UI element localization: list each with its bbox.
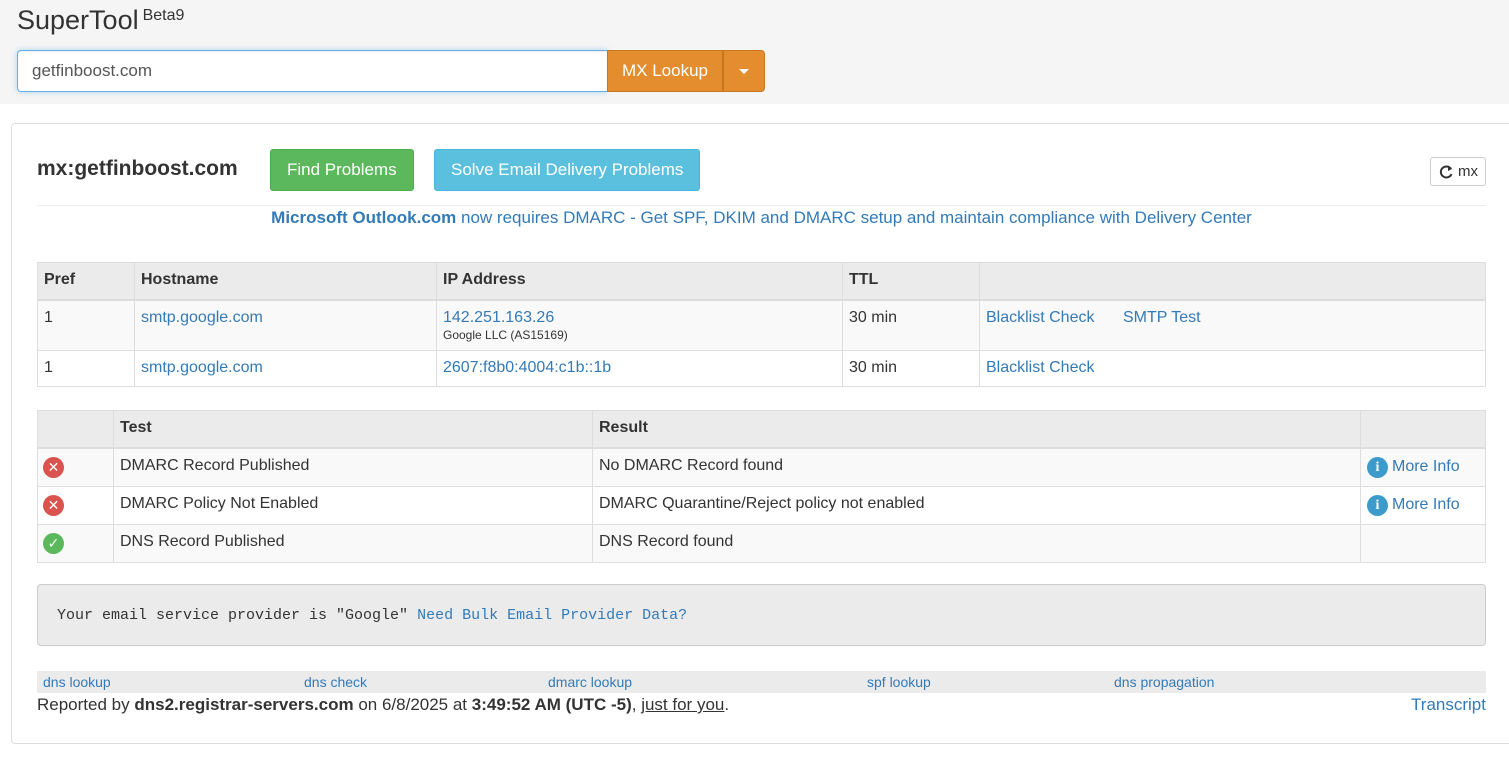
ttl-cell: 30 min [842, 299, 980, 351]
dmarc-notice: Microsoft Outlook.com now requires DMARC… [37, 208, 1486, 228]
just-for-you-link[interactable]: just for you [641, 695, 724, 714]
actions-cell: Blacklist Check SMTP Test [979, 299, 1486, 351]
notice-bold: Microsoft Outlook.com [271, 208, 457, 227]
dns-propagation-link[interactable]: dns propagation [1114, 674, 1214, 690]
spf-lookup-link[interactable]: spf lookup [867, 674, 931, 690]
reported-prefix: Reported by [37, 695, 130, 714]
search-row: MX Lookup [17, 50, 765, 92]
result-cell: DMARC Quarantine/Reject policy not enabl… [592, 485, 1361, 525]
result-cell: DNS Record found [592, 523, 1361, 563]
caret-down-icon [739, 68, 749, 74]
col-pref: Pref [37, 262, 135, 301]
result-title-row: mx:getfinboost.com Find Problems Solve E… [37, 149, 1486, 191]
ip-link[interactable]: 142.251.163.26 [443, 309, 554, 326]
reported-on: on 6/8/2025 at [358, 695, 468, 714]
reported-line: Reported by dns2.registrar-servers.com o… [37, 695, 1486, 715]
brand: SuperTool Beta9 [17, 5, 184, 36]
pref-cell: 1 [37, 349, 135, 387]
result-title: mx:getfinboost.com [37, 157, 238, 180]
ttl-cell: 30 min [842, 349, 980, 387]
status-cell: ✕ [37, 447, 114, 487]
col-test: Test [113, 410, 593, 449]
col-ttl: TTL [842, 262, 980, 301]
col-result: Result [592, 410, 1361, 449]
hostname-link[interactable]: smtp.google.com [141, 359, 263, 376]
table-row: 1 smtp.google.com 142.251.163.26 Google … [37, 299, 1486, 351]
ip-link[interactable]: 2607:f8b0:4004:c1b::1b [443, 359, 611, 376]
hostname-cell: smtp.google.com [134, 349, 437, 387]
provider-well: Your email service provider is "Google" … [37, 584, 1486, 646]
pref-cell: 1 [37, 299, 135, 351]
col-ip: IP Address [436, 262, 843, 301]
col-more [1360, 410, 1486, 449]
transcript-link[interactable]: Transcript [1411, 695, 1486, 715]
table-row: ✕ DMARC Record Published No DMARC Record… [37, 447, 1486, 487]
refresh-button[interactable]: mx [1430, 157, 1486, 186]
bulk-provider-data-link[interactable]: Need Bulk Email Provider Data? [417, 607, 687, 624]
blacklist-check-link[interactable]: Blacklist Check [986, 309, 1094, 326]
result-cell: No DMARC Record found [592, 447, 1361, 487]
ip-cell: 142.251.163.26 Google LLC (AS15169) [436, 299, 843, 351]
table-row: ✕ DMARC Policy Not Enabled DMARC Quarant… [37, 485, 1486, 525]
col-status [37, 410, 114, 449]
more-info-label: More Info [1392, 496, 1460, 514]
dns-lookup-link[interactable]: dns lookup [43, 674, 111, 690]
footer-links: dns lookup dns check dmarc lookup spf lo… [37, 671, 1486, 693]
reported-comma: , [631, 695, 637, 714]
test-cell: DNS Record Published [113, 523, 593, 563]
find-problems-button[interactable]: Find Problems [270, 149, 414, 191]
error-icon: ✕ [43, 494, 64, 516]
ip-owner: Google LLC (AS15169) [443, 327, 568, 342]
error-icon: ✕ [43, 456, 64, 478]
info-icon: i [1367, 494, 1388, 516]
hostname-link[interactable]: smtp.google.com [141, 309, 263, 326]
result-panel: mx:getfinboost.com Find Problems Solve E… [11, 123, 1509, 744]
provider-text: Your email service provider is "Google" [57, 607, 409, 624]
header-bar: SuperToolBeta9 MX Lookup [0, 0, 1509, 104]
mx-records-table: Pref Hostname IP Address TTL 1 smtp.goog… [37, 262, 1486, 387]
solve-email-delivery-button[interactable]: Solve Email Delivery Problems [434, 149, 701, 191]
reported-period: . [724, 695, 730, 714]
smtp-test-link[interactable]: SMTP Test [1123, 309, 1201, 326]
just-for-you-label: just for you [641, 695, 725, 714]
test-results-table: Test Result ✕ DMARC Record Published No … [37, 410, 1486, 563]
hostname-cell: smtp.google.com [134, 299, 437, 351]
lookup-dropdown-toggle[interactable] [723, 50, 765, 92]
test-cell: DMARC Record Published [113, 447, 593, 487]
status-cell: ✓ [37, 523, 114, 563]
col-hostname: Hostname [134, 262, 437, 301]
table-row: 1 smtp.google.com 2607:f8b0:4004:c1b::1b… [37, 349, 1486, 387]
reported-time: 3:49:52 AM (UTC -5) [471, 695, 632, 714]
divider [37, 205, 1486, 206]
check-icon: ✓ [43, 532, 64, 554]
status-cell: ✕ [37, 485, 114, 525]
mx-lookup-button[interactable]: MX Lookup [607, 50, 723, 92]
actions-cell: Blacklist Check [979, 349, 1486, 387]
reported-server: dns2.registrar-servers.com [134, 695, 354, 714]
notice-link[interactable]: Microsoft Outlook.com now requires DMARC… [271, 208, 1252, 227]
dmarc-lookup-link[interactable]: dmarc lookup [548, 674, 632, 690]
notice-text: now requires DMARC - Get SPF, DKIM and D… [456, 208, 1252, 227]
ip-cell: 2607:f8b0:4004:c1b::1b [436, 349, 843, 387]
refresh-label: mx [1458, 163, 1478, 180]
more-info-link[interactable]: i More Info [1367, 456, 1460, 478]
table-row: ✓ DNS Record Published DNS Record found [37, 523, 1486, 563]
more-info-link[interactable]: i More Info [1367, 494, 1460, 516]
dns-check-link[interactable]: dns check [304, 674, 367, 690]
beta-label: Beta9 [142, 7, 185, 24]
col-actions [979, 262, 1486, 301]
refresh-icon [1439, 165, 1453, 178]
info-icon: i [1367, 456, 1388, 478]
app-name: SuperTool [17, 5, 139, 35]
more-cell [1360, 523, 1486, 563]
search-input[interactable] [17, 50, 607, 92]
blacklist-check-link[interactable]: Blacklist Check [986, 359, 1094, 376]
more-cell: i More Info [1360, 485, 1486, 525]
test-cell: DMARC Policy Not Enabled [113, 485, 593, 525]
more-cell: i More Info [1360, 447, 1486, 487]
more-info-label: More Info [1392, 458, 1460, 476]
